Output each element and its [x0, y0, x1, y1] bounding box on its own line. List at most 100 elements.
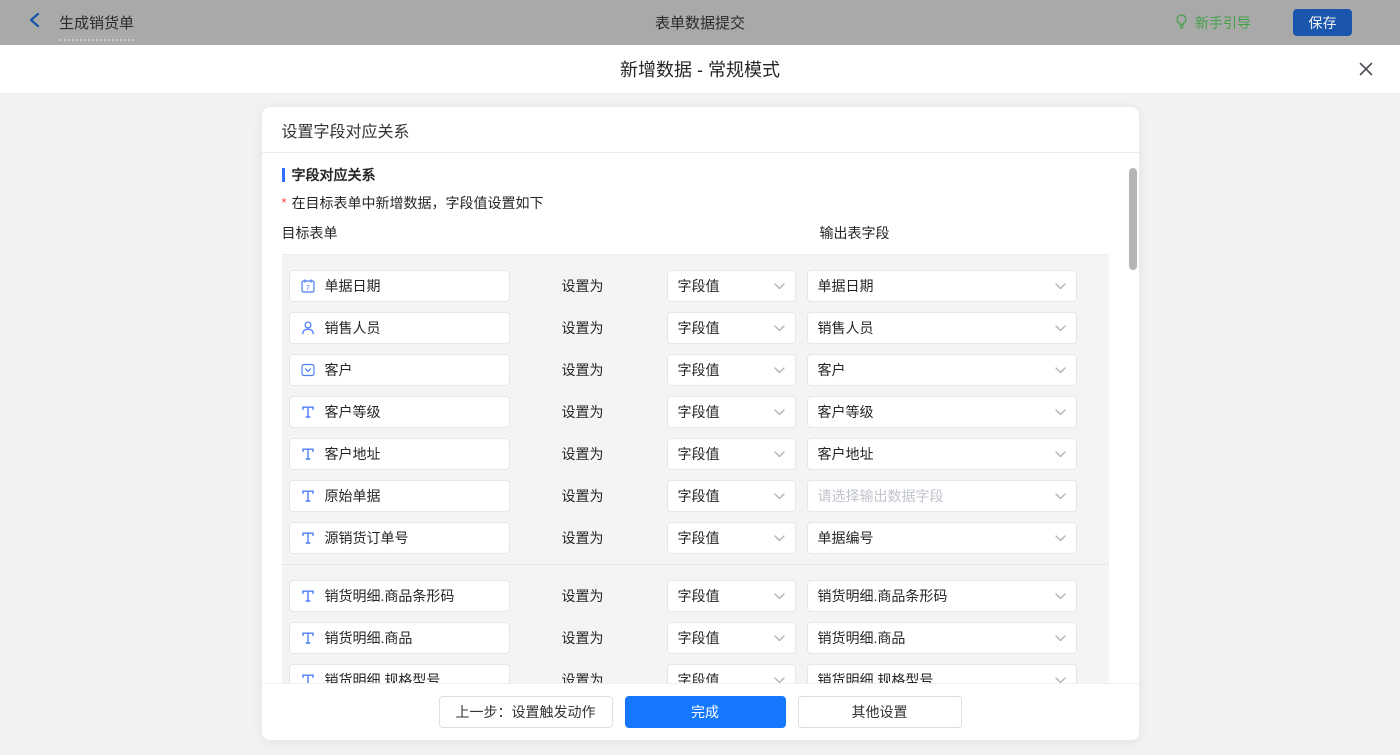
required-note: * 在目标表单中新增数据，字段值设置如下: [282, 193, 1139, 213]
group-divider: [282, 564, 1109, 565]
target-field-label: 单据日期: [325, 276, 381, 296]
target-field-label: 客户等级: [325, 402, 381, 422]
mode-select[interactable]: 字段值: [667, 664, 796, 683]
target-field-label: 销货明细.商品: [325, 628, 413, 648]
dialog-title: 新增数据 - 常规模式: [620, 56, 780, 82]
text-icon: [300, 588, 316, 604]
target-field[interactable]: 源销货订单号: [289, 522, 510, 554]
mode-select-value: 字段值: [678, 402, 720, 422]
chevron-down-icon: [774, 361, 785, 379]
target-field[interactable]: 原始单据: [289, 480, 510, 512]
mapping-row: 销货明细.商品 设置为 字段值 销货明细.商品: [289, 622, 1109, 654]
mode-select[interactable]: 字段值: [667, 312, 796, 344]
chevron-down-icon: [774, 587, 785, 605]
mapping-row: 客户 设置为 字段值 客户: [289, 354, 1109, 386]
text-icon: [300, 404, 316, 420]
output-select[interactable]: 客户地址: [807, 438, 1077, 470]
mode-select-value: 字段值: [678, 318, 720, 338]
set-as-label: 设置为: [510, 444, 667, 464]
guide-label: 新手引导: [1195, 13, 1251, 33]
panel-title: 设置字段对应关系: [262, 107, 1139, 153]
output-select[interactable]: 单据编号: [807, 522, 1077, 554]
scrollbar-thumb[interactable]: [1129, 168, 1137, 270]
mode-select[interactable]: 字段值: [667, 270, 796, 302]
set-as-label: 设置为: [510, 318, 667, 338]
output-select[interactable]: 单据日期: [807, 270, 1077, 302]
target-field-label: 原始单据: [325, 486, 381, 506]
top-bar: 生成销货单 表单数据提交 新手引导 保存: [0, 0, 1400, 45]
mapping-row: 7 单据日期 设置为 字段值 单据日期: [289, 270, 1109, 302]
guide-link[interactable]: 新手引导: [1174, 13, 1251, 33]
chevron-down-icon: [1055, 529, 1066, 547]
chevron-down-icon: [1055, 319, 1066, 337]
mode-select[interactable]: 字段值: [667, 438, 796, 470]
output-select-value: 单据编号: [818, 528, 874, 548]
mode-select-value: 字段值: [678, 670, 720, 683]
target-field-label: 客户地址: [325, 444, 381, 464]
back-button[interactable]: 生成销货单: [28, 4, 134, 41]
text-icon: [300, 672, 316, 683]
close-icon: [1358, 61, 1374, 77]
mode-select-value: 字段值: [678, 528, 720, 548]
set-as-label: 设置为: [510, 276, 667, 296]
required-asterisk: *: [282, 195, 287, 210]
target-field[interactable]: 客户: [289, 354, 510, 386]
output-select[interactable]: 销货明细.规格型号: [807, 664, 1077, 683]
field-mapping-panel: 设置字段对应关系 字段对应关系 * 在目标表单中新增数据，字段值设置如下 目标表…: [262, 107, 1139, 740]
other-settings-button[interactable]: 其他设置: [798, 696, 962, 728]
column-headers: 目标表单 输出表字段: [282, 223, 1139, 243]
chevron-down-icon: [774, 403, 785, 421]
chevron-down-icon: [1055, 277, 1066, 295]
target-field[interactable]: 客户地址: [289, 438, 510, 470]
output-select[interactable]: 客户: [807, 354, 1077, 386]
output-select[interactable]: 销售人员: [807, 312, 1077, 344]
output-select-value: 请选择输出数据字段: [818, 486, 944, 506]
select-icon: [300, 362, 316, 378]
save-button[interactable]: 保存: [1293, 9, 1352, 36]
output-select[interactable]: 销货明细.商品条形码: [807, 580, 1077, 612]
panel-footer: 上一步：设置触发动作 完成 其他设置: [262, 683, 1139, 740]
accent-bar: [282, 168, 285, 182]
output-select-value: 销货明细.规格型号: [818, 670, 934, 683]
chevron-down-icon: [1055, 671, 1066, 683]
column-header-output: 输出表字段: [820, 223, 890, 243]
mapping-row: 原始单据 设置为 字段值 请选择输出数据字段: [289, 480, 1109, 512]
mapping-row: 源销货订单号 设置为 字段值 单据编号: [289, 522, 1109, 554]
target-field[interactable]: 客户等级: [289, 396, 510, 428]
mapping-rows-area: 7 单据日期 设置为 字段值 单据日期 销售人员 设置为 字段值: [282, 255, 1109, 683]
mode-select[interactable]: 字段值: [667, 522, 796, 554]
target-field[interactable]: 销售人员: [289, 312, 510, 344]
target-field[interactable]: 销货明细.商品条形码: [289, 580, 510, 612]
chevron-down-icon: [774, 671, 785, 683]
mode-select[interactable]: 字段值: [667, 580, 796, 612]
mode-select[interactable]: 字段值: [667, 396, 796, 428]
mode-select-value: 字段值: [678, 586, 720, 606]
done-button[interactable]: 完成: [625, 696, 786, 728]
mode-select[interactable]: 字段值: [667, 480, 796, 512]
mode-select-value: 字段值: [678, 276, 720, 296]
target-field[interactable]: 7 单据日期: [289, 270, 510, 302]
chevron-down-icon: [1055, 445, 1066, 463]
output-select[interactable]: 请选择输出数据字段: [807, 480, 1077, 512]
chevron-down-icon: [774, 487, 785, 505]
target-field-label: 销货明细.商品条形码: [325, 586, 455, 606]
text-icon: [300, 530, 316, 546]
target-field[interactable]: 销货明细.规格型号: [289, 664, 510, 683]
text-icon: [300, 446, 316, 462]
mode-select[interactable]: 字段值: [667, 354, 796, 386]
set-as-label: 设置为: [510, 670, 667, 683]
close-button[interactable]: [1356, 59, 1376, 79]
text-icon: [300, 630, 316, 646]
output-select-value: 销售人员: [818, 318, 874, 338]
calendar-icon: 7: [300, 278, 316, 294]
chevron-down-icon: [774, 629, 785, 647]
previous-step-button[interactable]: 上一步：设置触发动作: [439, 696, 613, 728]
set-as-label: 设置为: [510, 486, 667, 506]
mode-select[interactable]: 字段值: [667, 622, 796, 654]
column-header-target: 目标表单: [282, 225, 338, 241]
target-field[interactable]: 销货明细.商品: [289, 622, 510, 654]
output-select[interactable]: 销货明细.商品: [807, 622, 1077, 654]
output-select[interactable]: 客户等级: [807, 396, 1077, 428]
output-select-value: 客户等级: [818, 402, 874, 422]
back-chevron-icon: [28, 12, 42, 33]
